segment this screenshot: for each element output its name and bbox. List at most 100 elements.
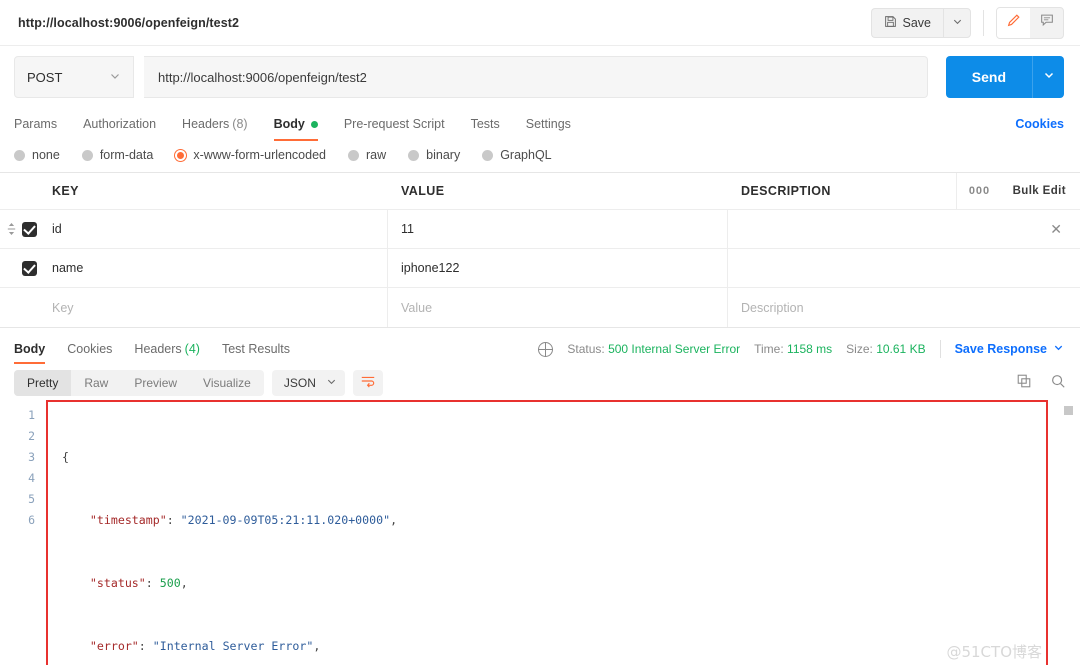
drag-handle-icon[interactable] (0, 222, 22, 236)
new-row-description-input[interactable]: Description (728, 288, 1002, 327)
table-row-empty: Key Value Description (0, 288, 1080, 327)
tab-tests[interactable]: Tests (471, 108, 500, 140)
response-tab-body[interactable]: Body (14, 332, 46, 366)
new-row-key-input[interactable]: Key (48, 288, 388, 327)
response-tab-headers[interactable]: Headers (4) (134, 332, 200, 366)
text-wrap-toggle[interactable] (352, 370, 383, 396)
url-bar: POST http://localhost:9006/openfeign/tes… (0, 46, 1080, 108)
body-type-raw[interactable]: raw (348, 148, 386, 162)
view-mode-visualize[interactable]: Visualize (190, 370, 264, 396)
view-mode-raw[interactable]: Raw (71, 370, 121, 396)
request-tab-title: http://localhost:9006/openfeign/test2 (18, 15, 240, 30)
json-value-status: 500 (159, 576, 181, 590)
table-options-button[interactable]: 000 (956, 173, 1002, 209)
tab-authorization[interactable]: Authorization (83, 108, 156, 140)
radio-label: raw (366, 148, 387, 162)
row-key-cell[interactable]: name (48, 249, 388, 287)
meta-divider (939, 340, 941, 358)
tab-label: Settings (525, 117, 571, 131)
url-input[interactable]: http://localhost:9006/openfeign/test2 (144, 56, 928, 98)
radio-label: GraphQL (500, 148, 552, 162)
save-dropdown-button[interactable] (943, 7, 971, 38)
response-format-value: JSON (283, 376, 316, 390)
response-format-select[interactable]: JSON (271, 370, 345, 396)
row-value-cell[interactable]: iphone122 (388, 249, 728, 287)
search-icon[interactable] (1050, 373, 1066, 394)
chevron-down-icon (952, 14, 963, 32)
tab-pre-request-script[interactable]: Pre-request Script (344, 108, 445, 140)
body-type-x-www-form-urlencoded[interactable]: x-www-form-urlencoded (175, 148, 326, 162)
cookies-link[interactable]: Cookies (1015, 117, 1064, 131)
bulk-edit-button[interactable]: Bulk Edit (1002, 185, 1080, 197)
tab-label: Tests (470, 117, 500, 131)
delete-row-icon[interactable]: ✕ (1002, 221, 1080, 238)
row-key-cell[interactable]: id (48, 210, 388, 248)
row-checkbox-cell (22, 260, 48, 276)
save-response-button[interactable]: Save Response (955, 342, 1064, 356)
line-number: 2 (28, 429, 35, 443)
body-type-form-data[interactable]: form-data (81, 148, 153, 162)
body-active-dot-icon (310, 120, 318, 128)
save-button[interactable]: Save (870, 7, 943, 38)
body-type-graphql[interactable]: GraphQL (482, 148, 552, 162)
text-wrap-icon (360, 374, 376, 393)
save-response-label: Save Response (954, 342, 1047, 356)
tab-body[interactable]: Body (273, 108, 319, 141)
view-mode-preview[interactable]: Preview (121, 370, 190, 396)
column-header-key: KEY (52, 184, 79, 198)
send-dropdown-button[interactable] (1032, 56, 1064, 98)
body-type-none[interactable]: none (14, 148, 60, 162)
time-value: 1158 ms (787, 342, 833, 356)
radio-label: none (32, 148, 60, 162)
comments-button[interactable] (1030, 8, 1063, 38)
response-tab-test-results[interactable]: Test Results (222, 332, 290, 366)
chevron-down-icon (1053, 342, 1064, 356)
save-button-label: Save (902, 15, 932, 30)
view-mode-pretty[interactable]: Pretty (14, 370, 72, 396)
method-select[interactable]: POST (14, 56, 134, 98)
row-description-cell[interactable] (728, 210, 1002, 248)
new-row-value-input[interactable]: Value (388, 288, 728, 327)
row-checkbox[interactable] (22, 221, 37, 237)
vertical-scrollbar[interactable] (1064, 406, 1073, 415)
code-line: "status": 500, (89, 576, 188, 590)
row-value-cell[interactable]: 11 (388, 210, 728, 248)
response-tabs: Body Cookies Headers (4) Test Results Sta… (0, 332, 1080, 366)
copy-icon[interactable] (1016, 373, 1032, 394)
time-label: Time: (754, 342, 784, 356)
tab-settings[interactable]: Settings (526, 108, 571, 140)
response-tab-cookies[interactable]: Cookies (67, 332, 112, 366)
floppy-disk-icon (884, 15, 897, 31)
request-tabs: Params Authorization Headers (8) Body Pre… (0, 108, 1080, 141)
viewer-actions (1016, 373, 1066, 394)
send-button[interactable]: Send (945, 56, 1032, 98)
radio-icon (14, 149, 25, 161)
response-headers-count: (4) (184, 342, 200, 356)
edit-mode-button[interactable] (997, 7, 1030, 38)
table-row: id 11 ✕ (0, 210, 1080, 249)
size-label: Size: (846, 342, 873, 356)
top-bar-actions: Save (870, 6, 1064, 39)
json-code-content[interactable]: { "timestamp": "2021-09-09T05:21:11.020+… (46, 400, 1080, 665)
url-input-value: http://localhost:9006/openfeign/test2 (158, 69, 367, 85)
radio-icon (482, 149, 494, 161)
row-description-cell[interactable] (728, 249, 1002, 287)
radio-icon (408, 149, 420, 161)
table-row: name iphone122 (0, 249, 1080, 288)
line-number: 6 (28, 513, 35, 527)
radio-icon (81, 149, 93, 161)
watermark: @51CTO博客 (946, 643, 1042, 661)
send-button-group: Send (945, 56, 1064, 98)
body-type-binary[interactable]: binary (408, 148, 460, 162)
chevron-down-icon (326, 376, 337, 390)
body-type-radio-group: none form-data x-www-form-urlencoded raw… (0, 140, 1080, 172)
tab-params[interactable]: Params (14, 108, 57, 140)
tab-headers[interactable]: Headers (8) (182, 108, 248, 140)
status-item: Status: 500 Internal Server Error (567, 342, 740, 356)
response-meta: Status: 500 Internal Server Error Time: … (538, 340, 1064, 358)
headers-count: (8) (232, 117, 248, 131)
row-checkbox[interactable] (22, 260, 37, 276)
response-body-viewer: 1 2 3 4 5 6 { "timestamp": "2021-09-09T0… (0, 400, 1080, 665)
tab-label: Body (14, 342, 46, 356)
code-line: { (62, 450, 69, 464)
